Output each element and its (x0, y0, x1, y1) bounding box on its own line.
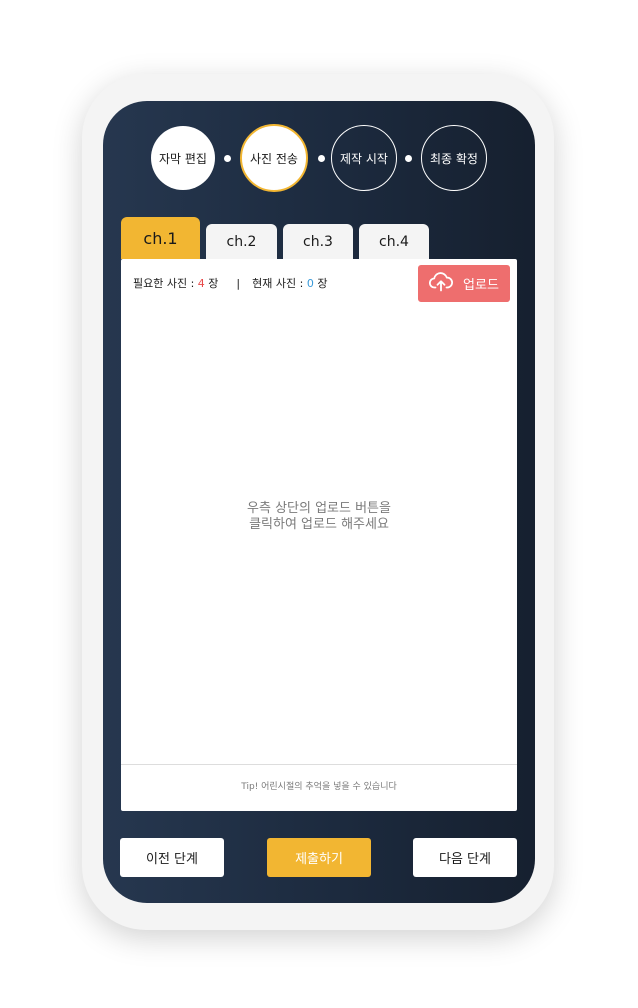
tab-ch2[interactable]: ch.2 (206, 224, 277, 259)
step-dot (318, 155, 325, 162)
tab-label: ch.1 (143, 228, 178, 248)
tab-ch3[interactable]: ch.3 (283, 224, 353, 259)
step-label: 자막 편집 (159, 151, 207, 166)
current-count: 0 (306, 277, 314, 290)
app-screen: 자막 편집 사진 전송 제작 시작 최종 확정 ch.1 ch.2 ch.3 c… (103, 101, 535, 903)
step-photo-upload[interactable]: 사진 전송 (240, 124, 308, 192)
info-separator: | (236, 277, 241, 290)
tab-label: ch.3 (303, 233, 333, 250)
step-production-start[interactable]: 제작 시작 (331, 125, 397, 191)
tip-text: Tip! 어린시절의 추억을 넣을 수 있습니다 (241, 782, 397, 792)
photo-panel: 필요한 사진 : 4 장 | 현재 사진 : 0 장 업로드 우측 상단의 업로드 … (121, 259, 517, 811)
tab-label: ch.4 (379, 233, 409, 250)
submit-button[interactable]: 제출하기 (267, 838, 371, 877)
prev-step-button[interactable]: 이전 단계 (120, 838, 224, 877)
current-label: 현재 사진 : (252, 277, 307, 290)
empty-state-line: 우측 상단의 업로드 버튼을 (247, 501, 391, 516)
empty-state-message: 우측 상단의 업로드 버튼을 클릭하여 업로드 해주세요 (121, 501, 517, 533)
step-label: 최종 확정 (430, 151, 478, 166)
step-label: 제작 시작 (340, 151, 388, 166)
step-dot (224, 155, 231, 162)
cloud-upload-icon (429, 271, 454, 296)
phone-frame: 자막 편집 사진 전송 제작 시작 최종 확정 ch.1 ch.2 ch.3 c… (82, 74, 554, 930)
photo-count-info: 필요한 사진 : 4 장 | 현재 사진 : 0 장 (133, 275, 327, 291)
button-label: 다음 단계 (439, 852, 491, 867)
upload-button[interactable]: 업로드 (418, 265, 510, 302)
required-label: 필요한 사진 : (133, 277, 198, 290)
button-label: 이전 단계 (146, 852, 198, 867)
step-dot (405, 155, 412, 162)
required-count: 4 (197, 277, 205, 290)
next-step-button[interactable]: 다음 단계 (413, 838, 517, 877)
step-final-confirm[interactable]: 최종 확정 (421, 125, 487, 191)
current-unit: 장 (313, 277, 328, 290)
upload-label: 업로드 (463, 278, 499, 293)
tab-label: ch.2 (226, 233, 257, 250)
button-label: 제출하기 (295, 852, 343, 867)
required-unit: 장 (204, 277, 219, 290)
empty-state-line: 클릭하여 업로드 해주세요 (249, 517, 389, 532)
step-label: 사진 전송 (250, 151, 298, 166)
divider (121, 764, 517, 765)
tab-ch4[interactable]: ch.4 (359, 224, 429, 259)
tab-ch1[interactable]: ch.1 (121, 217, 200, 259)
step-subtitle-edit[interactable]: 자막 편집 (151, 126, 215, 190)
